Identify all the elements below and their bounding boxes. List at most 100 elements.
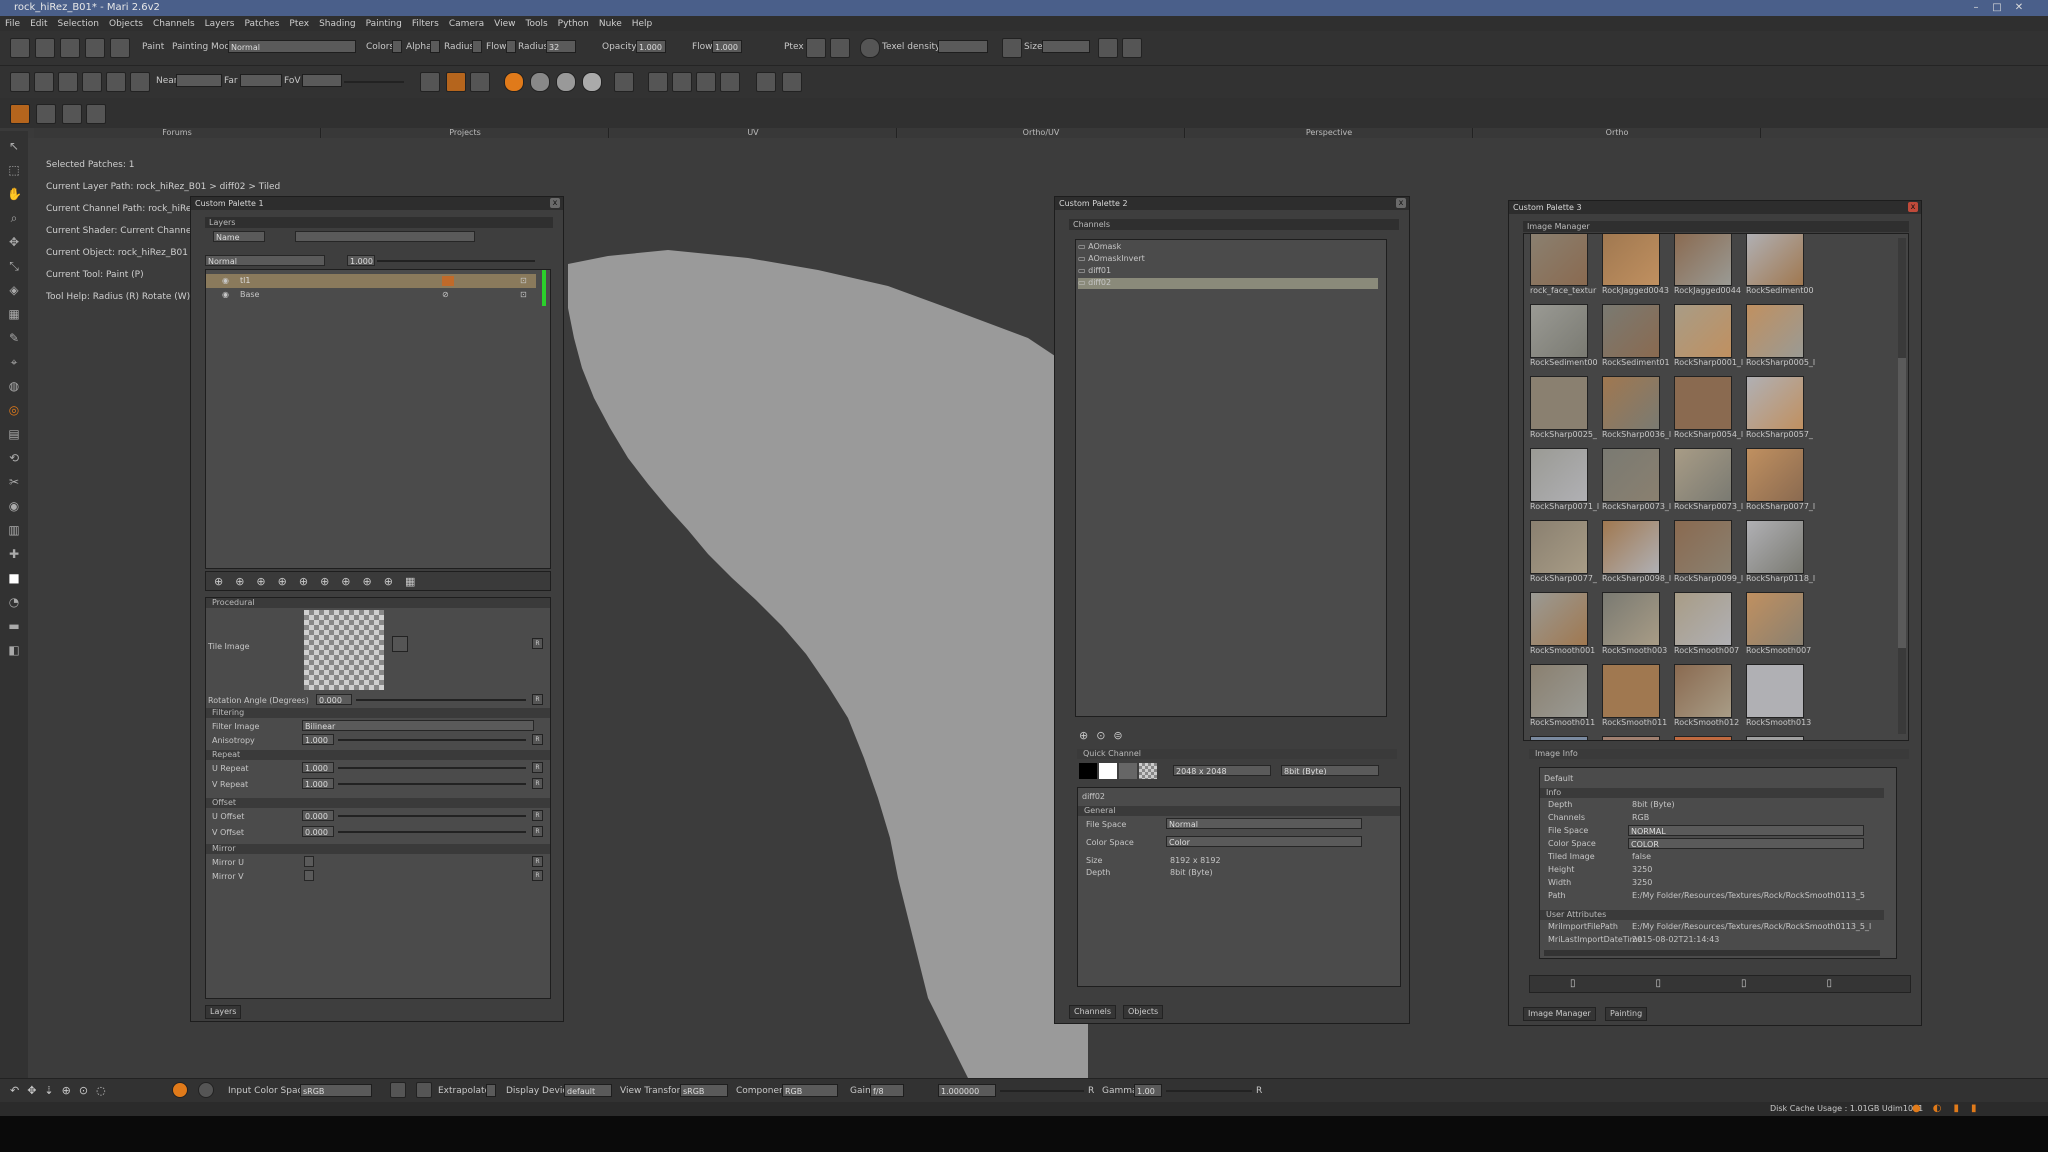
grid-icon[interactable]: [720, 72, 740, 92]
tool-9-icon[interactable]: ⌖: [7, 355, 21, 369]
v-offset-input[interactable]: 0.000: [302, 826, 334, 837]
display-device-select[interactable]: default: [564, 1084, 612, 1097]
channel-row[interactable]: ▭ AOmaskInvert: [1078, 254, 1378, 265]
info-prop-select[interactable]: NORMAL: [1628, 825, 1864, 836]
image-action-icons[interactable]: ▯▯▯▯: [1570, 978, 1912, 989]
texture-thumbnail[interactable]: [1602, 376, 1660, 430]
reset-mirror-u[interactable]: R: [532, 856, 543, 867]
anisotropy-input[interactable]: 1.000: [302, 734, 334, 745]
shading-flat-icon[interactable]: [530, 72, 550, 92]
gain-input[interactable]: 1.000000: [938, 1084, 996, 1097]
lut-icon[interactable]: [198, 1082, 214, 1098]
tool-15-icon[interactable]: ◉: [7, 499, 21, 513]
menu-item-edit[interactable]: Edit: [25, 17, 52, 32]
info-prop-select[interactable]: COLOR: [1628, 838, 1864, 849]
menu-item-file[interactable]: File: [0, 17, 25, 32]
close-icon[interactable]: x: [1396, 198, 1406, 208]
tool-5-icon[interactable]: ⤡: [7, 259, 21, 273]
fov-slider[interactable]: [344, 81, 404, 83]
rotation-slider[interactable]: [356, 699, 526, 701]
menu-item-python[interactable]: Python: [553, 17, 594, 32]
anisotropy-slider[interactable]: [338, 739, 526, 741]
tool-11-icon[interactable]: ◎: [7, 403, 21, 417]
channel-row[interactable]: ▭ AOmask: [1078, 242, 1378, 253]
browse-image-icon[interactable]: [392, 636, 408, 652]
maximize-button[interactable]: □: [1986, 0, 2008, 16]
qc-depth-select[interactable]: 8bit (Byte): [1281, 765, 1379, 776]
minimize-button[interactable]: –: [1965, 0, 1987, 16]
transform-icon[interactable]: [470, 72, 490, 92]
texture-thumbnail[interactable]: [1746, 736, 1804, 740]
flow-checkbox[interactable]: [506, 40, 516, 53]
menu-item-camera[interactable]: Camera: [444, 17, 489, 32]
texture-thumbnail[interactable]: [1602, 234, 1660, 286]
wand-icon[interactable]: [130, 72, 150, 92]
tab-image-manager[interactable]: Image Manager: [1523, 1007, 1596, 1021]
tool-19-icon[interactable]: ◔: [7, 595, 21, 609]
texture-thumbnail[interactable]: [1674, 592, 1732, 646]
menu-item-patches[interactable]: Patches: [239, 17, 284, 32]
tool-21-icon[interactable]: ◧: [7, 643, 21, 657]
channel-action-icons[interactable]: ⊕⊙⊜: [1079, 729, 1131, 742]
gain-stop-select[interactable]: f/8: [870, 1084, 904, 1097]
texture-thumbnail[interactable]: [1746, 520, 1804, 574]
color-space-select[interactable]: Color: [1166, 836, 1362, 847]
channel-row[interactable]: ▭ diff01: [1078, 266, 1378, 277]
tab-layers[interactable]: Layers: [205, 1005, 242, 1019]
shading-lit-icon[interactable]: [556, 72, 576, 92]
info-hscrollbar[interactable]: [1544, 950, 1880, 956]
texture-thumbnail[interactable]: [1602, 664, 1660, 718]
screenshot-icon[interactable]: [34, 72, 54, 92]
swatch-checker[interactable]: [1139, 763, 1157, 779]
film-icon[interactable]: [106, 72, 126, 92]
undo-icon[interactable]: [85, 38, 105, 58]
texture-thumbnail[interactable]: [1530, 304, 1588, 358]
view-tab-perspective[interactable]: Perspective: [1186, 128, 1473, 138]
u-repeat-input[interactable]: 1.000: [302, 762, 334, 773]
menu-item-channels[interactable]: Channels: [148, 17, 200, 32]
shelf-stamp-icon[interactable]: [62, 104, 82, 124]
texture-thumbnail[interactable]: [1746, 304, 1804, 358]
flow-input[interactable]: 1.000: [712, 40, 742, 53]
status-indicator-icons[interactable]: ●◐▮▮: [1912, 1103, 1988, 1114]
tile-image-preview[interactable]: [304, 610, 384, 690]
lock-icon[interactable]: ⊡: [520, 276, 527, 285]
cube-icon[interactable]: [82, 72, 102, 92]
menu-item-ptex[interactable]: Ptex: [284, 17, 314, 32]
redo-icon[interactable]: [110, 38, 130, 58]
menu-item-shading[interactable]: Shading: [314, 17, 361, 32]
tab-channels[interactable]: Channels: [1069, 1005, 1117, 1019]
u-offset-input[interactable]: 0.000: [302, 810, 334, 821]
axis-z-icon[interactable]: [696, 72, 716, 92]
view-tab-forums[interactable]: Forums: [34, 128, 321, 138]
blend-mode-select[interactable]: Normal: [205, 255, 325, 266]
menu-item-nuke[interactable]: Nuke: [594, 17, 627, 32]
size-lock-icon[interactable]: [1002, 38, 1022, 58]
tool-16-icon[interactable]: ▥: [7, 523, 21, 537]
menu-item-painting[interactable]: Painting: [361, 17, 407, 32]
texture-thumbnail[interactable]: [1530, 448, 1588, 502]
shelf-mask-icon[interactable]: [86, 104, 106, 124]
shading-full-icon[interactable]: [582, 72, 602, 92]
tool-12-icon[interactable]: ▤: [7, 427, 21, 441]
v-repeat-slider[interactable]: [338, 783, 526, 785]
reset-rotation[interactable]: R: [532, 694, 543, 705]
reset-mirror-v[interactable]: R: [532, 870, 543, 881]
ptex-grid-icon[interactable]: [830, 38, 850, 58]
swatch-gray[interactable]: [1119, 763, 1137, 779]
tool-4-icon[interactable]: ✥: [7, 235, 21, 249]
texture-thumbnail[interactable]: [1530, 592, 1588, 646]
v-offset-slider[interactable]: [338, 831, 526, 833]
texture-thumbnail[interactable]: [1602, 520, 1660, 574]
lock-icon[interactable]: ⊡: [520, 290, 527, 299]
tool-18-icon[interactable]: ■: [7, 571, 21, 585]
opacity-input[interactable]: 1.000: [636, 40, 666, 53]
tool-2-icon[interactable]: ✋: [7, 187, 22, 201]
radius-input[interactable]: 32: [546, 40, 576, 53]
gain-reset[interactable]: R: [1088, 1086, 1094, 1096]
texture-thumbnail[interactable]: [1674, 304, 1732, 358]
close-window-button[interactable]: ✕: [2008, 0, 2030, 16]
tool-3-icon[interactable]: ⌕: [7, 211, 21, 225]
paste-icon[interactable]: [1122, 38, 1142, 58]
texture-thumbnail[interactable]: [1530, 376, 1588, 430]
